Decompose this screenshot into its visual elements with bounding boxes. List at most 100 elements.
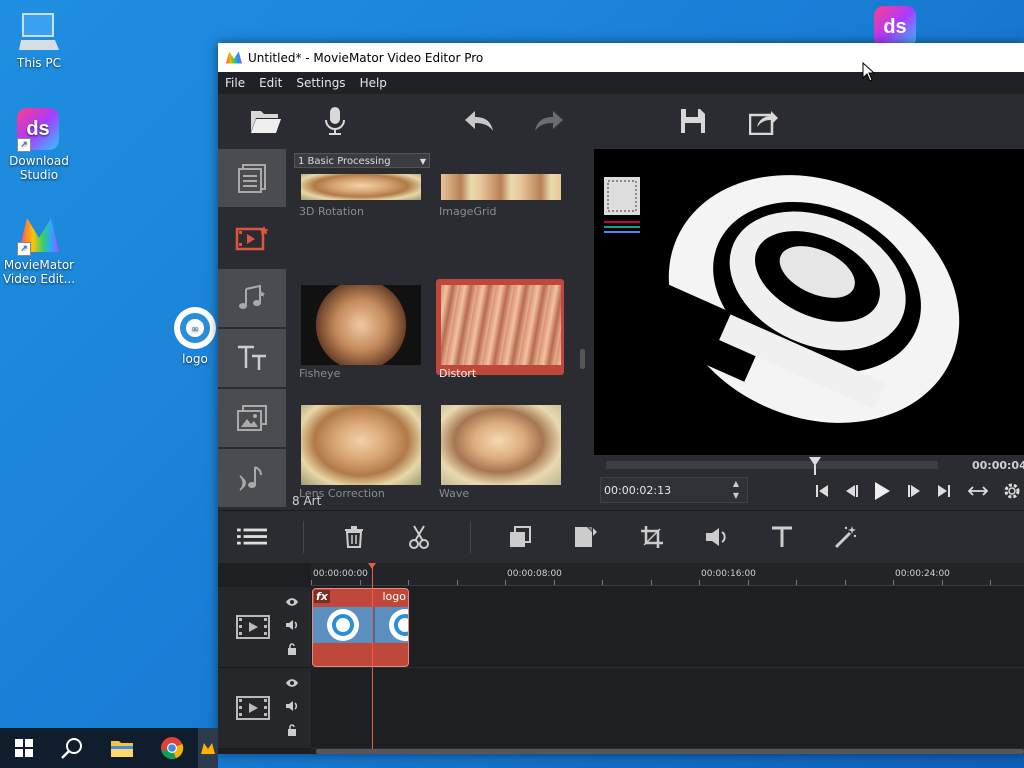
timeline-toolbar [218, 510, 1024, 563]
effect-item-lens-correction[interactable]: Lens Correction [296, 399, 424, 500]
timeline: 00:00:00:00 00:00:08:00 00:00:16:00 00:0… [218, 563, 1024, 754]
export-button[interactable] [746, 103, 782, 139]
video-track-header [218, 668, 311, 749]
media-library-icon [238, 164, 266, 193]
crop-button[interactable] [637, 523, 667, 551]
copy-button[interactable] [505, 523, 535, 551]
taskbar [0, 728, 218, 768]
effect-item-fisheye[interactable]: Fisheye [296, 279, 424, 380]
lock-icon[interactable] [287, 643, 297, 655]
crop-icon [641, 526, 663, 548]
skip-to-end-button[interactable] [932, 479, 956, 503]
horizontal-arrows-icon [968, 486, 988, 496]
delete-button[interactable] [339, 523, 369, 551]
export-icon [749, 111, 778, 135]
volume-button[interactable] [702, 523, 732, 551]
ruler-tick [505, 580, 506, 585]
playhead-handle[interactable] [368, 563, 376, 569]
menu-settings[interactable]: Settings [289, 76, 352, 90]
menu-file[interactable]: File [218, 76, 252, 90]
category-transitions[interactable] [218, 449, 286, 507]
ruler-tick [311, 580, 312, 585]
category-media[interactable] [218, 149, 286, 207]
desktop-icon-download-studio[interactable]: ds ↗ Download Studio [1, 108, 77, 182]
folder-icon [111, 741, 133, 757]
toolbar-divider [470, 521, 471, 553]
skip-end-icon [938, 485, 950, 497]
desktop-icon-label: logo [182, 352, 208, 366]
seek-bar[interactable] [606, 457, 938, 475]
menu-help[interactable]: Help [353, 76, 394, 90]
timeline-horizontal-scrollbar[interactable] [316, 749, 1024, 754]
desktop-icon-label: This PC [17, 56, 61, 70]
effect-item-wave[interactable]: Wave [436, 399, 564, 500]
toolbar-divider [303, 521, 304, 553]
menu-bar: File Edit Settings Help [218, 72, 1024, 94]
timeline-ruler[interactable]: 00:00:00:00 00:00:08:00 00:00:16:00 00:0… [311, 563, 1024, 586]
magic-effect-button[interactable] [831, 523, 861, 551]
stepper-up-icon[interactable]: ▲ [725, 478, 747, 490]
skip-to-start-button[interactable] [810, 479, 834, 503]
desktop-icon-this-pc[interactable]: This PC [1, 10, 77, 70]
paste-icon [575, 527, 597, 547]
desktop-icon-moviemator[interactable]: ↗ MovieMator Video Edit... [1, 212, 77, 286]
previous-frame-button[interactable] [840, 479, 864, 503]
effect-thumbnail [441, 285, 561, 365]
effect-item-distort[interactable]: Distort [436, 279, 564, 380]
next-frame-button[interactable] [902, 479, 926, 503]
effect-label: Fisheye [299, 367, 341, 380]
video-track-1[interactable] [311, 587, 1024, 668]
category-overlays[interactable] [218, 389, 286, 447]
video-track-2[interactable] [311, 668, 1024, 749]
eye-icon[interactable] [285, 597, 299, 607]
loop-button[interactable] [966, 479, 990, 503]
app-icon [226, 51, 242, 64]
add-text-button[interactable] [767, 523, 797, 551]
seek-handle[interactable] [809, 457, 821, 466]
timecode-stepper[interactable]: ▲ ▼ [725, 478, 747, 502]
ruler-tick [554, 580, 555, 585]
category-video-effects[interactable] [218, 209, 286, 267]
svg-text:∞: ∞ [191, 324, 199, 335]
save-button[interactable] [675, 103, 711, 139]
start-button[interactable] [0, 728, 48, 768]
timeline-clip-logo[interactable]: fx logo [312, 588, 409, 667]
step-back-icon [846, 485, 858, 497]
ruler-time-label: 00:00:24:00 [895, 569, 950, 579]
moviemator-taskbar-button[interactable] [198, 728, 218, 768]
undo-button[interactable] [461, 103, 497, 139]
play-button[interactable] [870, 479, 894, 503]
image-overlay-icon [237, 405, 267, 431]
download-studio-tray-logo[interactable]: ds [874, 6, 916, 48]
lock-icon[interactable] [287, 724, 297, 736]
split-button[interactable] [404, 523, 434, 551]
effect-thumbnail [441, 174, 561, 200]
open-folder-button[interactable] [248, 103, 284, 139]
chrome-button[interactable] [148, 728, 196, 768]
effect-thumbnail [441, 405, 561, 485]
video-effect-icon [235, 226, 269, 251]
paste-button[interactable] [571, 523, 601, 551]
category-text[interactable] [218, 329, 286, 387]
record-audio-button[interactable] [317, 103, 353, 139]
ruler-tick [457, 580, 458, 585]
file-explorer-button[interactable] [98, 728, 146, 768]
video-preview[interactable] [594, 149, 1024, 455]
effect-item-imagegrid[interactable]: ImageGrid [436, 149, 564, 223]
timecode-input[interactable]: 00:00:02:13 ▲ ▼ [600, 477, 748, 503]
menu-edit[interactable]: Edit [252, 76, 289, 90]
eye-icon[interactable] [285, 678, 299, 688]
timeline-playhead[interactable] [368, 563, 376, 754]
player-settings-button[interactable] [1000, 479, 1024, 503]
stepper-down-icon[interactable]: ▼ [725, 490, 747, 502]
search-button[interactable] [48, 728, 96, 768]
volume-icon[interactable] [285, 619, 299, 631]
timeline-menu-button[interactable] [237, 523, 267, 551]
redo-button[interactable] [531, 103, 567, 139]
volume-icon[interactable] [285, 700, 299, 712]
effect-item-3d-rotation[interactable]: 3D Rotation [296, 149, 424, 223]
clip-fx-badge[interactable]: fx [314, 590, 330, 603]
category-audio-effects[interactable] [218, 269, 286, 327]
title-bar[interactable]: Untitled* - MovieMator Video Editor Pro [218, 43, 1024, 72]
effects-scrollbar[interactable] [580, 349, 585, 369]
